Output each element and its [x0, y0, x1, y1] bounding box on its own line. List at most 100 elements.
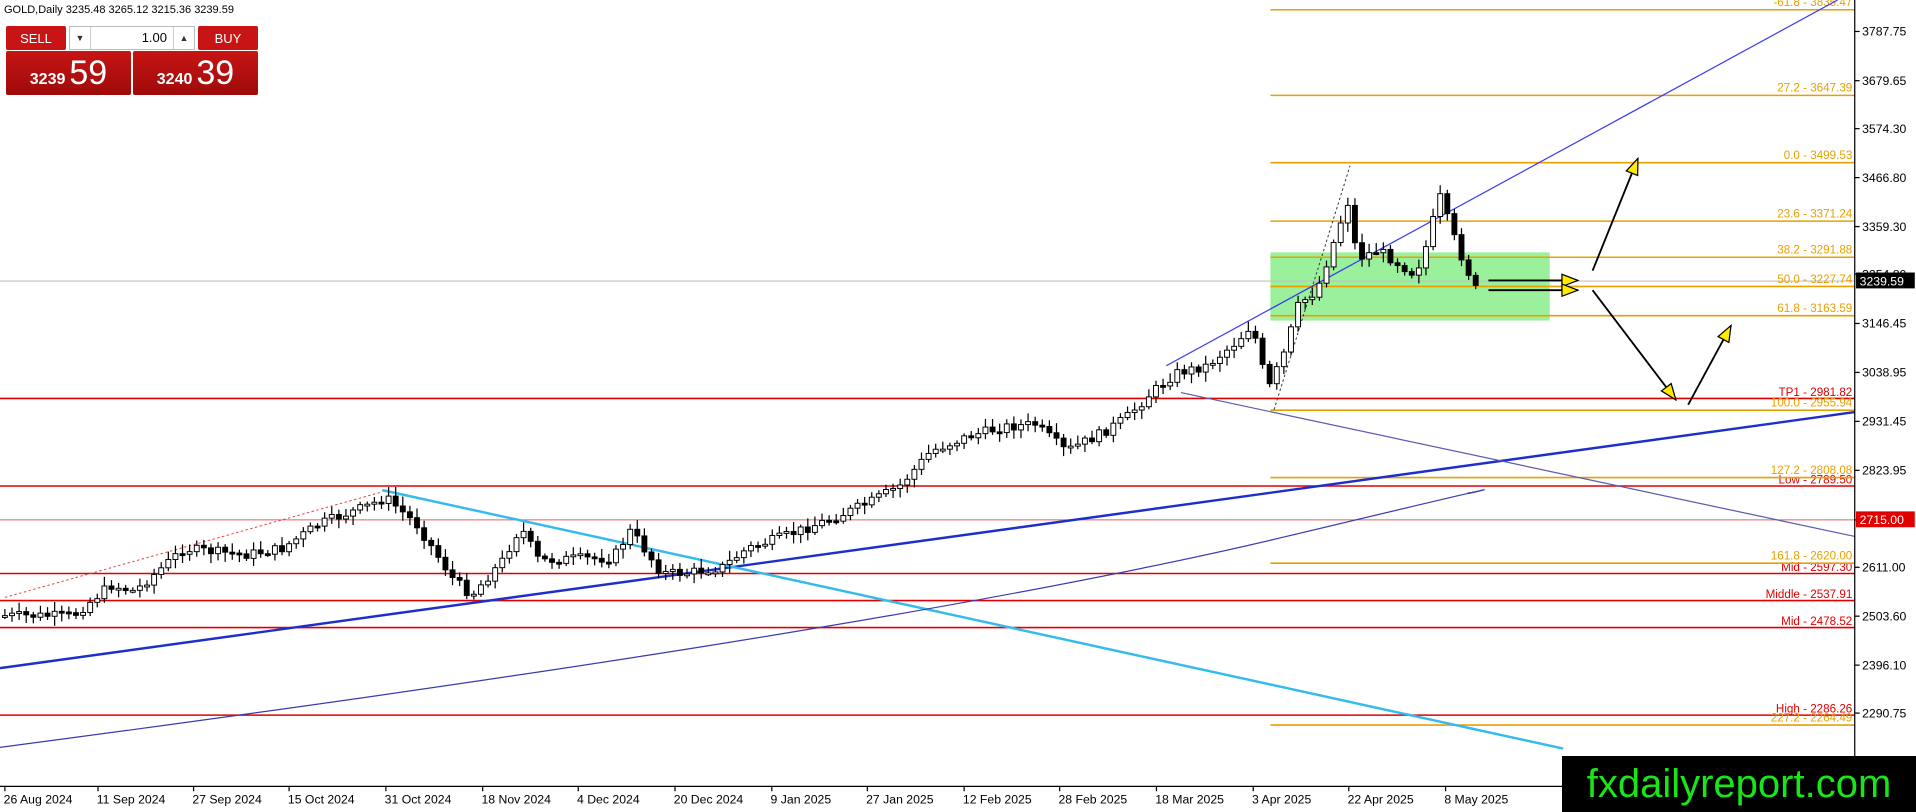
time-tick-label: 27 Sep 2024	[192, 792, 262, 806]
candle-body	[883, 489, 889, 495]
candle-body	[1423, 246, 1429, 269]
price-chart[interactable]: TP1 - 2981.82Low - 2789.50Mid - 2597.30M…	[0, 0, 1916, 812]
candle-body	[1309, 296, 1316, 301]
candle-body	[897, 484, 904, 489]
candle-body	[534, 540, 541, 557]
candle-body	[676, 568, 683, 576]
candle-body	[179, 553, 186, 556]
candle-body	[1465, 259, 1472, 276]
price-tick-label: 2611.00	[1862, 561, 1906, 575]
candle-body	[719, 563, 726, 573]
candle-body	[733, 557, 740, 561]
buy-button[interactable]: BUY	[198, 26, 258, 50]
fib-level-label: 227.2 - 2264.49	[1771, 711, 1853, 724]
candle-body	[300, 531, 307, 540]
candle-body	[1366, 252, 1373, 260]
candle-body	[101, 585, 108, 600]
fib-level-label: 27.2 - 3647.39	[1777, 82, 1852, 95]
lot-input[interactable]: 1.00	[90, 27, 174, 49]
candle-body	[449, 569, 456, 578]
candle-body	[1032, 421, 1039, 426]
candle-body	[1295, 301, 1302, 328]
candle-body	[406, 511, 413, 519]
candle-body	[620, 544, 627, 550]
candle-body	[1380, 248, 1387, 254]
sell-button[interactable]: SELL	[6, 26, 66, 50]
candle-body	[1153, 384, 1159, 398]
lot-decrease-icon[interactable]: ▼	[70, 33, 90, 43]
candle-body	[790, 531, 797, 536]
candle-body	[1245, 330, 1252, 340]
candle-body	[321, 517, 328, 527]
candle-body	[264, 553, 271, 557]
candle-body	[1096, 429, 1103, 443]
candle-body	[186, 551, 193, 555]
candle-body	[392, 495, 399, 507]
candle-body	[705, 572, 712, 576]
candle-body	[584, 553, 591, 558]
candle-body	[307, 525, 314, 533]
candle-body	[1181, 369, 1188, 375]
candle-body	[1167, 381, 1174, 387]
fib-level-label: 61.8 - 3163.59	[1777, 302, 1852, 315]
lot-increase-icon[interactable]: ▲	[174, 33, 194, 43]
candle-body	[30, 614, 37, 618]
candle-body	[1344, 204, 1351, 224]
candle-body	[982, 426, 989, 435]
candle-body	[932, 448, 939, 454]
time-tick-label: 18 Nov 2024	[481, 792, 551, 806]
candle-body	[1053, 432, 1060, 439]
fib-level-label: 38.2 - 3291.88	[1777, 244, 1852, 257]
candle-body	[136, 585, 143, 591]
candle-body	[1359, 242, 1365, 260]
candle-body	[520, 530, 527, 539]
sell-price[interactable]: 3239 59	[6, 51, 131, 95]
candle-body	[1010, 423, 1017, 431]
time-tick-label: 18 Mar 2025	[1155, 792, 1224, 806]
candle-body	[1430, 215, 1437, 248]
candle-body	[1188, 366, 1195, 375]
candle-body	[115, 587, 122, 591]
candle-body	[868, 496, 875, 506]
candle-body	[1288, 326, 1294, 353]
candle-body	[250, 549, 257, 559]
candle-body	[350, 509, 357, 517]
candle-body	[1273, 366, 1280, 385]
time-tick-label: 27 Jan 2025	[866, 792, 934, 806]
candle-body	[1089, 437, 1095, 443]
candle-body	[847, 507, 854, 516]
candle-body	[279, 545, 285, 553]
candle-body	[783, 531, 790, 534]
price-tick-label: 2290.75	[1862, 706, 1906, 720]
candle-body	[684, 573, 690, 577]
candle-body	[1231, 345, 1238, 351]
candle-body	[1316, 282, 1323, 298]
time-tick-label: 20 Dec 2024	[674, 792, 744, 806]
candle-body	[506, 551, 513, 559]
price-tick-label: 3146.45	[1862, 317, 1906, 331]
candle-body	[797, 526, 804, 536]
candle-body	[804, 526, 811, 533]
candle-body	[243, 553, 250, 559]
price-tick-label: 3787.75	[1862, 25, 1906, 39]
fib-level-label: 100.0 - 2955.94	[1771, 397, 1853, 410]
candle-body	[343, 515, 349, 520]
candle-body	[492, 567, 499, 582]
candle-body	[691, 567, 698, 575]
candle-body	[158, 567, 165, 575]
candle-body	[314, 525, 321, 529]
candle-body	[946, 445, 953, 450]
candle-body	[122, 587, 129, 592]
candle-body	[811, 525, 818, 533]
candle-body	[421, 527, 428, 541]
highlight-price-label: 2715.00	[1860, 513, 1904, 527]
candle-body	[1408, 271, 1415, 276]
candle-body	[591, 556, 598, 560]
candle-body	[1373, 252, 1380, 255]
candle-body	[1280, 351, 1287, 368]
candle-body	[918, 458, 925, 470]
candle-body	[712, 571, 719, 575]
lot-size-field[interactable]: ▼ 1.00 ▲	[69, 26, 195, 50]
price-tick-label: 2823.95	[1862, 464, 1906, 478]
buy-price[interactable]: 3240 39	[133, 51, 258, 95]
